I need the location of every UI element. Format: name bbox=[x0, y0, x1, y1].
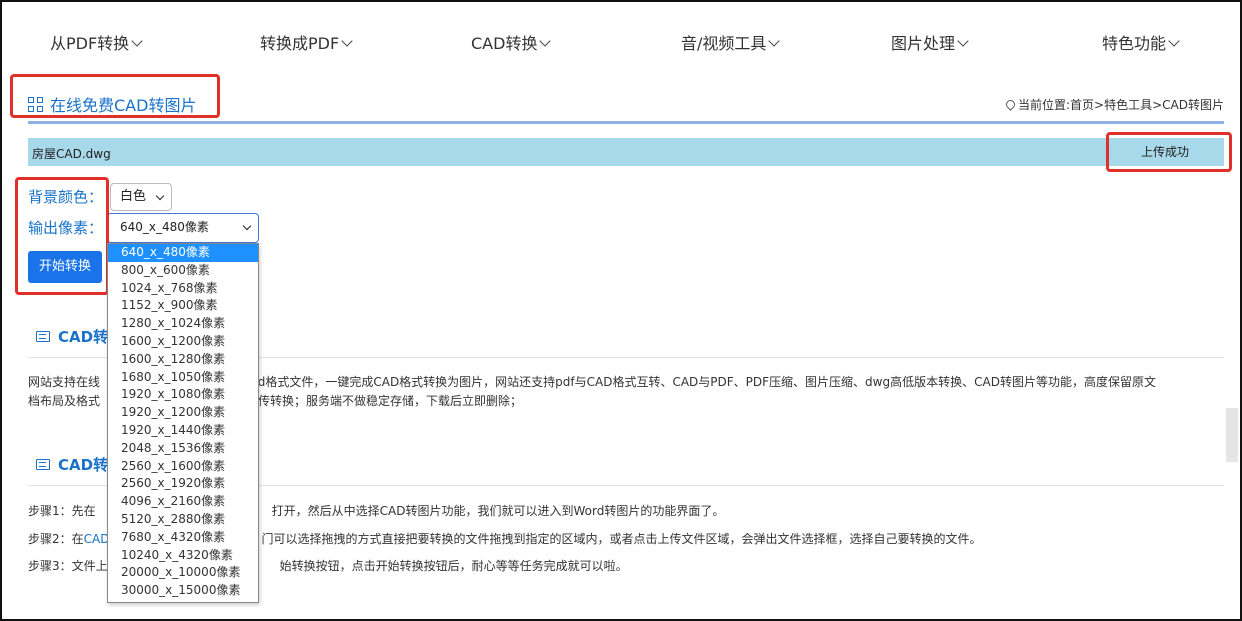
nav-item-from-pdf[interactable]: 从PDF转换 bbox=[50, 30, 143, 54]
pixel-option[interactable]: 2560_x_1920像素 bbox=[108, 475, 258, 493]
pixel-option[interactable]: 1600_x_1280像素 bbox=[108, 351, 258, 369]
pixel-option[interactable]: 10240_x_4320像素 bbox=[108, 547, 258, 565]
breadcrumb: 当前位置:首页>特色工具>CAD转图片 bbox=[1004, 96, 1224, 113]
pixel-option[interactable]: 1280_x_1024像素 bbox=[108, 315, 258, 333]
nav-item-label: CAD转换 bbox=[471, 34, 538, 53]
step-2-b: 门可以选择拖拽的方式直接把要转换的文件拖拽到指定的区域内，或者点击上传文件区域，… bbox=[261, 532, 982, 546]
chevron-down-icon bbox=[957, 35, 969, 47]
nav-item-label: 从PDF转换 bbox=[50, 34, 130, 53]
scrollbar-thumb[interactable] bbox=[1226, 408, 1238, 462]
chevron-down-icon bbox=[242, 221, 252, 231]
section-heading-text: CAD转 bbox=[58, 328, 109, 346]
section-heading-steps: CAD转 bbox=[36, 454, 108, 475]
breadcrumb-text: 当前位置:首页>特色工具>CAD转图片 bbox=[1018, 98, 1224, 112]
pixel-option[interactable]: 2048_x_1536像素 bbox=[108, 440, 258, 458]
intro-line-2-a: 档布局及格式 bbox=[28, 394, 101, 408]
output-pixels-value: 640_x_480像素 bbox=[120, 220, 209, 234]
pixel-option[interactable]: 1920_x_1080像素 bbox=[108, 386, 258, 404]
location-pin-icon bbox=[1004, 98, 1017, 111]
document-icon bbox=[36, 331, 50, 342]
pixel-option[interactable]: 1680_x_1050像素 bbox=[108, 369, 258, 387]
section-heading-intro: CAD转 bbox=[36, 326, 108, 347]
bg-color-select[interactable]: 白色 bbox=[110, 183, 172, 211]
intro-line-1-b: rd格式文件，一键完成CAD格式转换为图片，网站还支持pdf与CAD格式互转、C… bbox=[253, 375, 1156, 389]
nav-item-label: 图片处理 bbox=[891, 34, 956, 53]
nav-item-av-tools[interactable]: 音/视频工具 bbox=[681, 30, 781, 54]
pixel-option[interactable]: 1920_x_1200像素 bbox=[108, 404, 258, 422]
pixel-option[interactable]: 4096_x_2160像素 bbox=[108, 493, 258, 511]
nav-item-image[interactable]: 图片处理 bbox=[891, 30, 969, 54]
nav-item-cad[interactable]: CAD转换 bbox=[471, 30, 552, 54]
bg-color-value: 白色 bbox=[120, 189, 147, 204]
chevron-down-icon bbox=[341, 35, 353, 47]
step-1-b: 打开，然后从中选择CAD转图片功能，我们就可以进入到Word转图片的功能界面了。 bbox=[271, 504, 725, 518]
pixel-option[interactable]: 20000_x_10000像素 bbox=[108, 564, 258, 582]
file-name: 房屋CAD.dwg bbox=[32, 147, 111, 161]
step-2-a: 步骤2：在 bbox=[28, 532, 84, 546]
highlight-box-status bbox=[1106, 132, 1232, 172]
chevron-down-icon bbox=[768, 35, 781, 47]
pixel-option[interactable]: 1920_x_1440像素 bbox=[108, 422, 258, 440]
chevron-down-icon bbox=[539, 35, 552, 47]
nav-item-to-pdf[interactable]: 转换成PDF bbox=[260, 30, 353, 54]
pixel-option[interactable]: 1600_x_1200像素 bbox=[108, 333, 258, 351]
nav-item-label: 音/视频工具 bbox=[681, 34, 767, 53]
intro-line-1-a: 网站支持在线 bbox=[28, 375, 101, 389]
top-nav: 从PDF转换 转换成PDF CAD转换 音/视频工具 图片处理 特色功能 bbox=[0, 0, 1242, 82]
pixel-option[interactable]: 800_x_600像素 bbox=[108, 262, 258, 280]
pixel-option[interactable]: 30000_x_15000像素 bbox=[108, 582, 258, 600]
chevron-down-icon bbox=[1168, 35, 1180, 47]
nav-item-label: 转换成PDF bbox=[260, 34, 340, 53]
step-3-b: 始转换按钮，点击开始转换按钮后，耐心等等任务完成就可以啦。 bbox=[279, 559, 628, 573]
pixel-option[interactable]: 5120_x_2880像素 bbox=[108, 511, 258, 529]
nav-item-label: 特色功能 bbox=[1102, 34, 1167, 53]
title-divider bbox=[28, 121, 1224, 124]
step-3-a: 步骤3：文件上 bbox=[28, 559, 108, 573]
chevron-down-icon bbox=[155, 191, 165, 201]
pixel-option[interactable]: 1024_x_768像素 bbox=[108, 280, 258, 298]
section-heading-text: CAD转 bbox=[58, 456, 109, 474]
pixel-option[interactable]: 1152_x_900像素 bbox=[108, 297, 258, 315]
file-bar: 房屋CAD.dwg 上传成功 bbox=[28, 138, 1224, 166]
highlight-box-title bbox=[10, 74, 220, 118]
pixel-option[interactable]: 640_x_480像素 bbox=[108, 244, 258, 262]
pixel-option[interactable]: 7680_x_4320像素 bbox=[108, 529, 258, 547]
pixel-option[interactable]: 2560_x_1600像素 bbox=[108, 458, 258, 476]
pixel-options-dropdown[interactable]: 640_x_480像素 800_x_600像素 1024_x_768像素 115… bbox=[107, 243, 259, 603]
output-pixels-select[interactable]: 640_x_480像素 bbox=[107, 213, 259, 243]
highlight-box-form bbox=[15, 177, 109, 295]
step-1-a: 步骤1：先在 bbox=[28, 504, 96, 518]
cad-link[interactable]: CAD bbox=[84, 532, 110, 546]
chevron-down-icon bbox=[131, 35, 143, 47]
intro-line-2-b: 上传转换；服务端不做稳定存储，下载后立即删除； bbox=[246, 394, 523, 408]
document-icon bbox=[36, 459, 50, 470]
nav-item-features[interactable]: 特色功能 bbox=[1102, 30, 1180, 54]
